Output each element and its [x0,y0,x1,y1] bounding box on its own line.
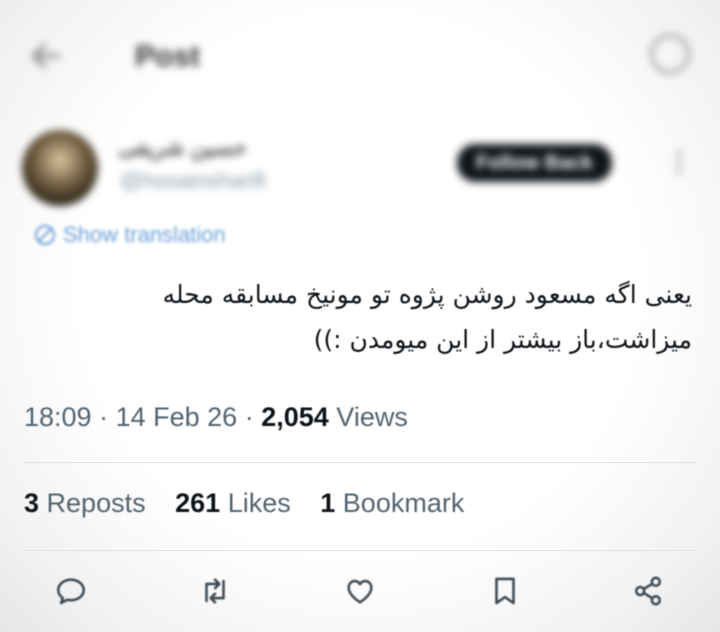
tweet-meta: 18:09 · 14 Feb 26 · 2,054 Views [24,402,408,433]
like-icon [347,579,373,604]
tweet-time[interactable]: 18:09 [24,402,92,432]
author-display-name[interactable]: حسین شریفی [118,135,247,161]
likes-label: Likes [227,488,291,518]
share-icon [634,576,662,606]
bookmarks-stat[interactable]: 1 Bookmark [320,488,464,518]
arrow-left-icon[interactable] [28,38,64,74]
repost-button[interactable] [198,574,232,608]
reposts-label: Reposts [46,488,146,518]
tweet-date[interactable]: 14 Feb 26 [116,402,238,432]
bookmarks-label: Bookmark [342,488,465,518]
tweet-line-1: یعنی اگه مسعود روشن پژوه تو مونیخ مسابقه… [162,280,692,309]
reposts-count: 3 [24,488,40,518]
share-button[interactable] [631,574,665,608]
top-bar: Post [0,0,720,110]
more-vertical-icon[interactable] [676,150,682,174]
like-button[interactable] [343,574,377,608]
bookmarks-count: 1 [320,488,336,518]
globe-icon [35,225,55,245]
action-bar [0,568,720,618]
reposts-stat[interactable]: 3 Reposts [24,488,146,518]
follow-back-button[interactable]: Follow Back [455,142,614,184]
meta-separator: · [99,402,116,432]
show-translation-label: Show translation [63,222,226,247]
likes-count: 261 [175,488,221,518]
author-handle[interactable]: @hosainsharifi [120,168,266,194]
show-translation-link[interactable]: Show translation [33,222,226,248]
grok-icon[interactable] [650,34,690,74]
repost-icon [205,578,225,604]
bookmark-icon [495,577,515,605]
reply-button[interactable] [54,574,88,608]
divider [24,462,696,463]
likes-stat[interactable]: 261 Likes [175,488,291,518]
tweet-line-2: میزاشت،باز بیشتر از این میومدن :)) [313,325,692,354]
views-label: Views [336,402,408,432]
page-title: Post [135,40,201,73]
bookmark-button[interactable] [488,574,522,608]
reply-icon [56,578,86,605]
tweet-text: یعنی اگه مسعود روشن پژوه تو مونیخ مسابقه… [32,272,692,362]
divider [24,550,696,551]
meta-separator: · [244,402,262,432]
engagement-stats: 3 Reposts 261 Likes 1 Bookmark [24,488,464,519]
views-count: 2,054 [261,402,329,432]
avatar[interactable] [22,130,98,206]
